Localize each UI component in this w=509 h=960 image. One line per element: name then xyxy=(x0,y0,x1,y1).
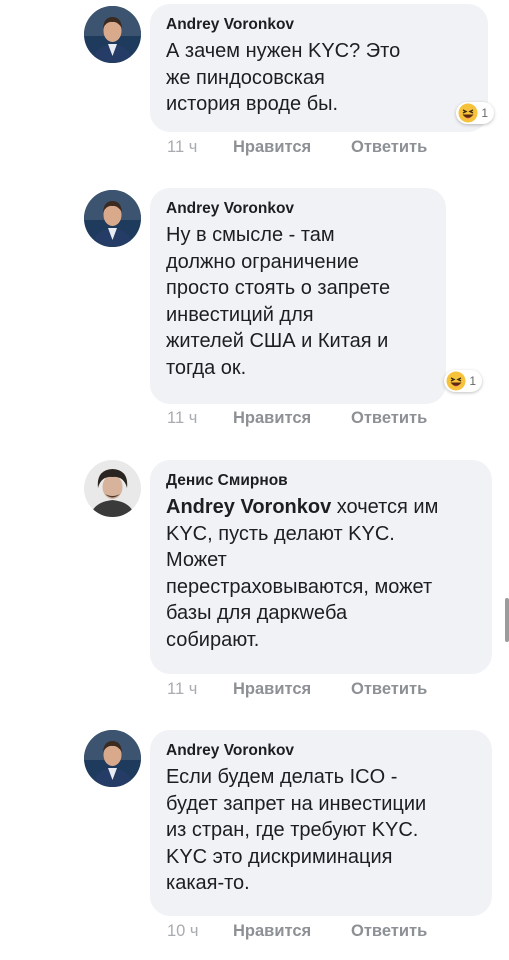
comment-bubble: Andrey Voronkov Если будем делать ICO - … xyxy=(150,730,492,916)
comment-text: Andrey Voronkov хочется им KYC, пусть де… xyxy=(166,494,476,653)
comment-actions: 11 ч Нравится Ответить xyxy=(167,680,427,699)
comment-actions: 11 ч Нравится Ответить xyxy=(167,138,427,157)
comment-time[interactable]: 11 ч xyxy=(167,409,233,428)
like-button[interactable]: Нравится xyxy=(233,922,351,941)
comment-text-body: хочется им KYC, пусть делают KYC. Может … xyxy=(166,496,439,651)
reply-button[interactable]: Ответить xyxy=(351,922,427,941)
comment-actions: 10 ч Нравится Ответить xyxy=(167,922,427,941)
comment-author[interactable]: Andrey Voronkov xyxy=(166,740,476,762)
comment-author[interactable]: Денис Смирнов xyxy=(166,470,476,492)
reply-button[interactable]: Ответить xyxy=(351,409,427,428)
reply-button[interactable]: Ответить xyxy=(351,138,427,157)
comment-author[interactable]: Andrey Voronkov xyxy=(166,14,472,36)
comment-text: А зачем нужен KYC? Это же пиндосовская и… xyxy=(166,40,401,115)
avatar-andrey-voronkov[interactable] xyxy=(84,190,141,247)
reply-button[interactable]: Ответить xyxy=(351,680,427,699)
comment-bubble: Andrey Voronkov А зачем нужен KYC? Это ж… xyxy=(150,4,494,132)
comment-author[interactable]: Andrey Voronkov xyxy=(166,198,430,220)
comment-time[interactable]: 11 ч xyxy=(167,680,233,699)
like-button[interactable]: Нравится xyxy=(233,680,351,699)
reaction-count: 1 xyxy=(481,106,488,120)
comment-text: Ну в смысле - там должно ограничение про… xyxy=(166,224,391,379)
like-button[interactable]: Нравится xyxy=(233,138,351,157)
comment-bubble: Andrey Voronkov Ну в смысле - там должно… xyxy=(150,188,482,404)
avatar-denis-smirnov[interactable] xyxy=(84,460,141,517)
comment-time[interactable]: 11 ч xyxy=(167,138,233,157)
haha-emoji-icon xyxy=(446,371,466,391)
like-button[interactable]: Нравится xyxy=(233,409,351,428)
haha-emoji-icon xyxy=(458,103,478,123)
mention-link[interactable]: Andrey Voronkov xyxy=(166,496,331,518)
reaction-badge[interactable]: 1 xyxy=(444,370,482,392)
reaction-count: 1 xyxy=(469,374,476,388)
avatar-andrey-voronkov[interactable] xyxy=(84,6,141,63)
comment-actions: 11 ч Нравится Ответить xyxy=(167,409,427,428)
reaction-badge[interactable]: 1 xyxy=(456,102,494,124)
comment-text: Если будем делать ICO - будет запрет на … xyxy=(166,766,427,894)
avatar-andrey-voronkov[interactable] xyxy=(84,730,141,787)
comment-time[interactable]: 10 ч xyxy=(167,922,233,941)
scrollbar[interactable] xyxy=(505,598,509,642)
comment-bubble: Денис Смирнов Andrey Voronkov хочется им… xyxy=(150,460,492,674)
